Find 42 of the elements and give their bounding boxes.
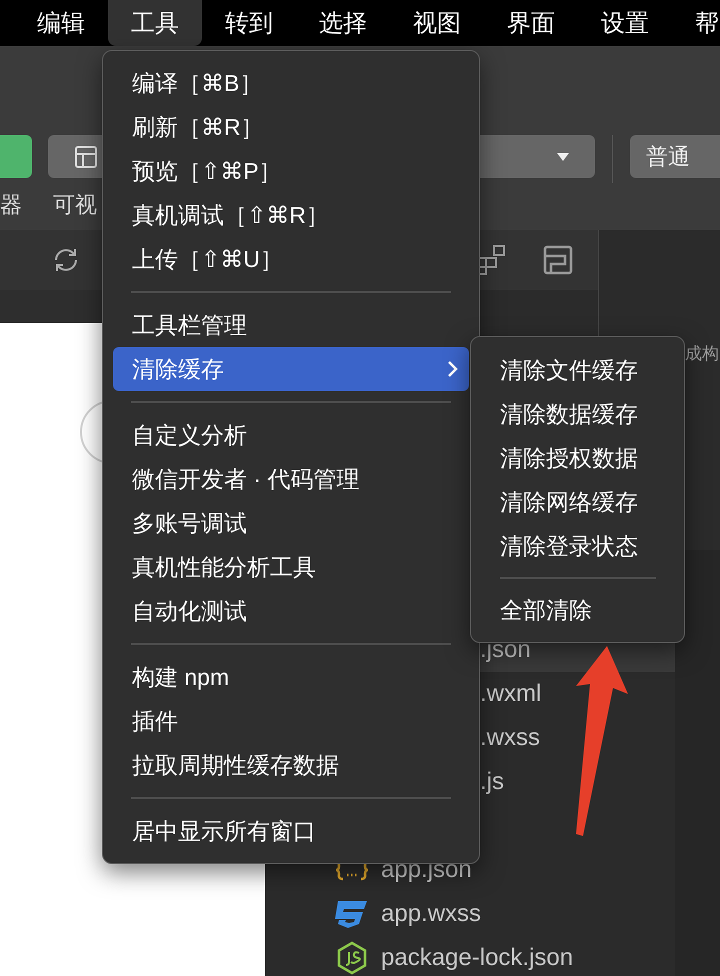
- menu-item[interactable]: 自动化测试: [113, 589, 469, 633]
- menu-item[interactable]: 微信开发者 · 代码管理: [113, 457, 469, 501]
- refresh-icon[interactable]: [52, 246, 80, 274]
- file-tree-item[interactable]: package-lock.json: [265, 936, 675, 976]
- menu-item[interactable]: 构建 npm: [113, 655, 469, 699]
- menu-item[interactable]: 真机调试［⇧⌘R］: [113, 193, 469, 237]
- menu-item[interactable]: 预览［⇧⌘P］: [113, 149, 469, 193]
- menu-item[interactable]: 多账号调试: [113, 501, 469, 545]
- menu-item[interactable]: 清除网络缓存: [479, 480, 676, 524]
- menu-item[interactable]: 工具栏管理: [113, 303, 469, 347]
- menu-item[interactable]: 真机性能分析工具: [113, 545, 469, 589]
- file-tree-item[interactable]: app.wxss: [265, 892, 675, 936]
- menu-item[interactable]: 清除登录状态: [479, 524, 676, 568]
- layout-icon[interactable]: [543, 245, 573, 275]
- menu-item[interactable]: 居中显示所有窗口: [113, 809, 469, 853]
- menu-item[interactable]: 插件: [113, 699, 469, 743]
- css-icon: [335, 899, 369, 929]
- menu-bar-item[interactable]: 编辑: [14, 0, 108, 46]
- menu-bar-item[interactable]: 帮: [672, 0, 720, 46]
- menu-item[interactable]: 清除授权数据: [479, 436, 676, 480]
- menu-bar-item[interactable]: 工具: [108, 0, 202, 46]
- menu-bar-item[interactable]: 转到: [202, 0, 296, 46]
- layout-icon: [74, 144, 98, 168]
- caret-icon: [557, 152, 569, 160]
- menu-bar-item[interactable]: 设置: [578, 0, 672, 46]
- mode-button[interactable]: 普通: [630, 135, 720, 178]
- menu-item[interactable]: 清除缓存: [113, 347, 469, 391]
- menu-item[interactable]: 全部清除: [479, 588, 676, 632]
- menu-item[interactable]: 拉取周期性缓存数据: [113, 743, 469, 787]
- menu-bar-item[interactable]: 界面: [484, 0, 578, 46]
- hexagon-icon: [335, 941, 369, 975]
- menu-item[interactable]: 编译［⌘B］: [113, 61, 469, 105]
- menu-item[interactable]: 清除文件缓存: [479, 348, 676, 392]
- menu-item[interactable]: 上传［⇧⌘U］: [113, 237, 469, 281]
- panel-text: 成构: [685, 344, 719, 363]
- menu-item[interactable]: 清除数据缓存: [479, 392, 676, 436]
- menu-item[interactable]: 自定义分析: [113, 413, 469, 457]
- menu-bar-item[interactable]: 视图: [390, 0, 484, 46]
- menu-item[interactable]: 刷新［⌘R］: [113, 105, 469, 149]
- toolbar-label: 可视: [53, 191, 97, 219]
- menu-bar-item[interactable]: 选择: [296, 0, 390, 46]
- toolbar-label: 器: [0, 191, 22, 219]
